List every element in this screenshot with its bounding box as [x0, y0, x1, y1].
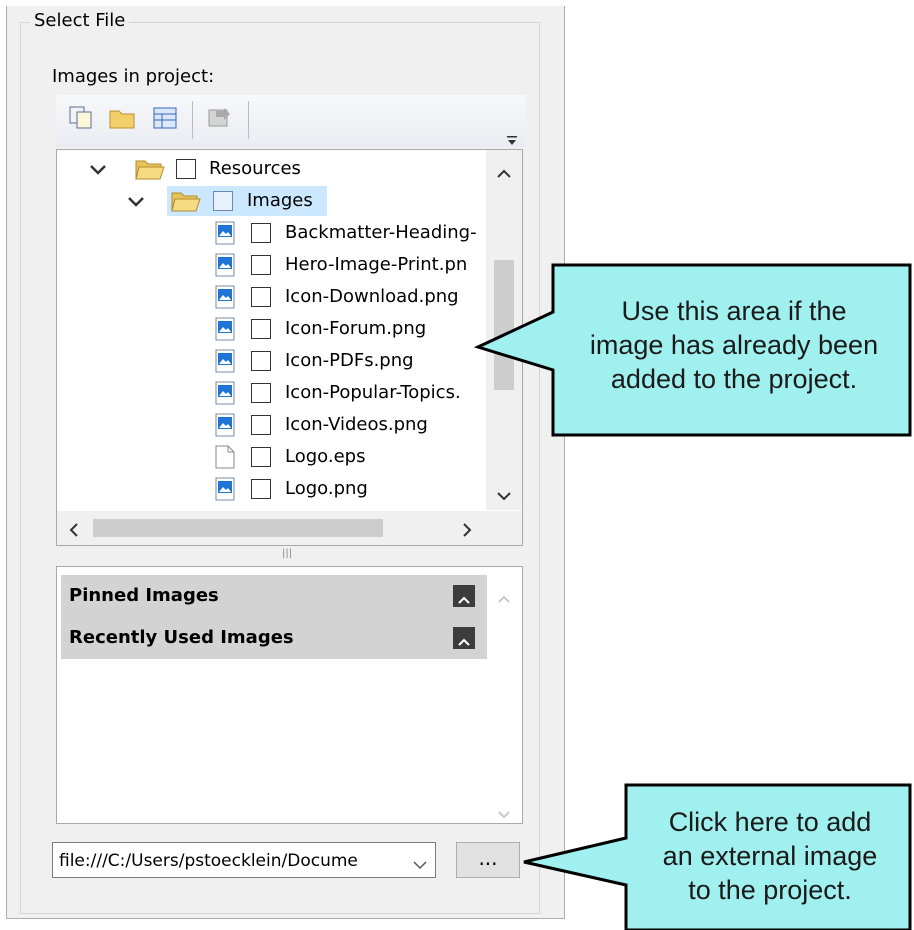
callout-line: image has already been	[589, 330, 879, 360]
callout-line: Click here to add	[668, 807, 872, 837]
callout-line: to the project.	[688, 875, 852, 905]
callout-line: Use this area if the	[621, 296, 847, 326]
callout-shapes	[473, 263, 912, 930]
callout-line: added to the project.	[610, 364, 858, 394]
callout-project-area: Use this area if the image has already b…	[558, 294, 910, 396]
callout-line: an external image	[662, 841, 878, 871]
callout-external: Click here to add an external image to t…	[630, 805, 910, 907]
